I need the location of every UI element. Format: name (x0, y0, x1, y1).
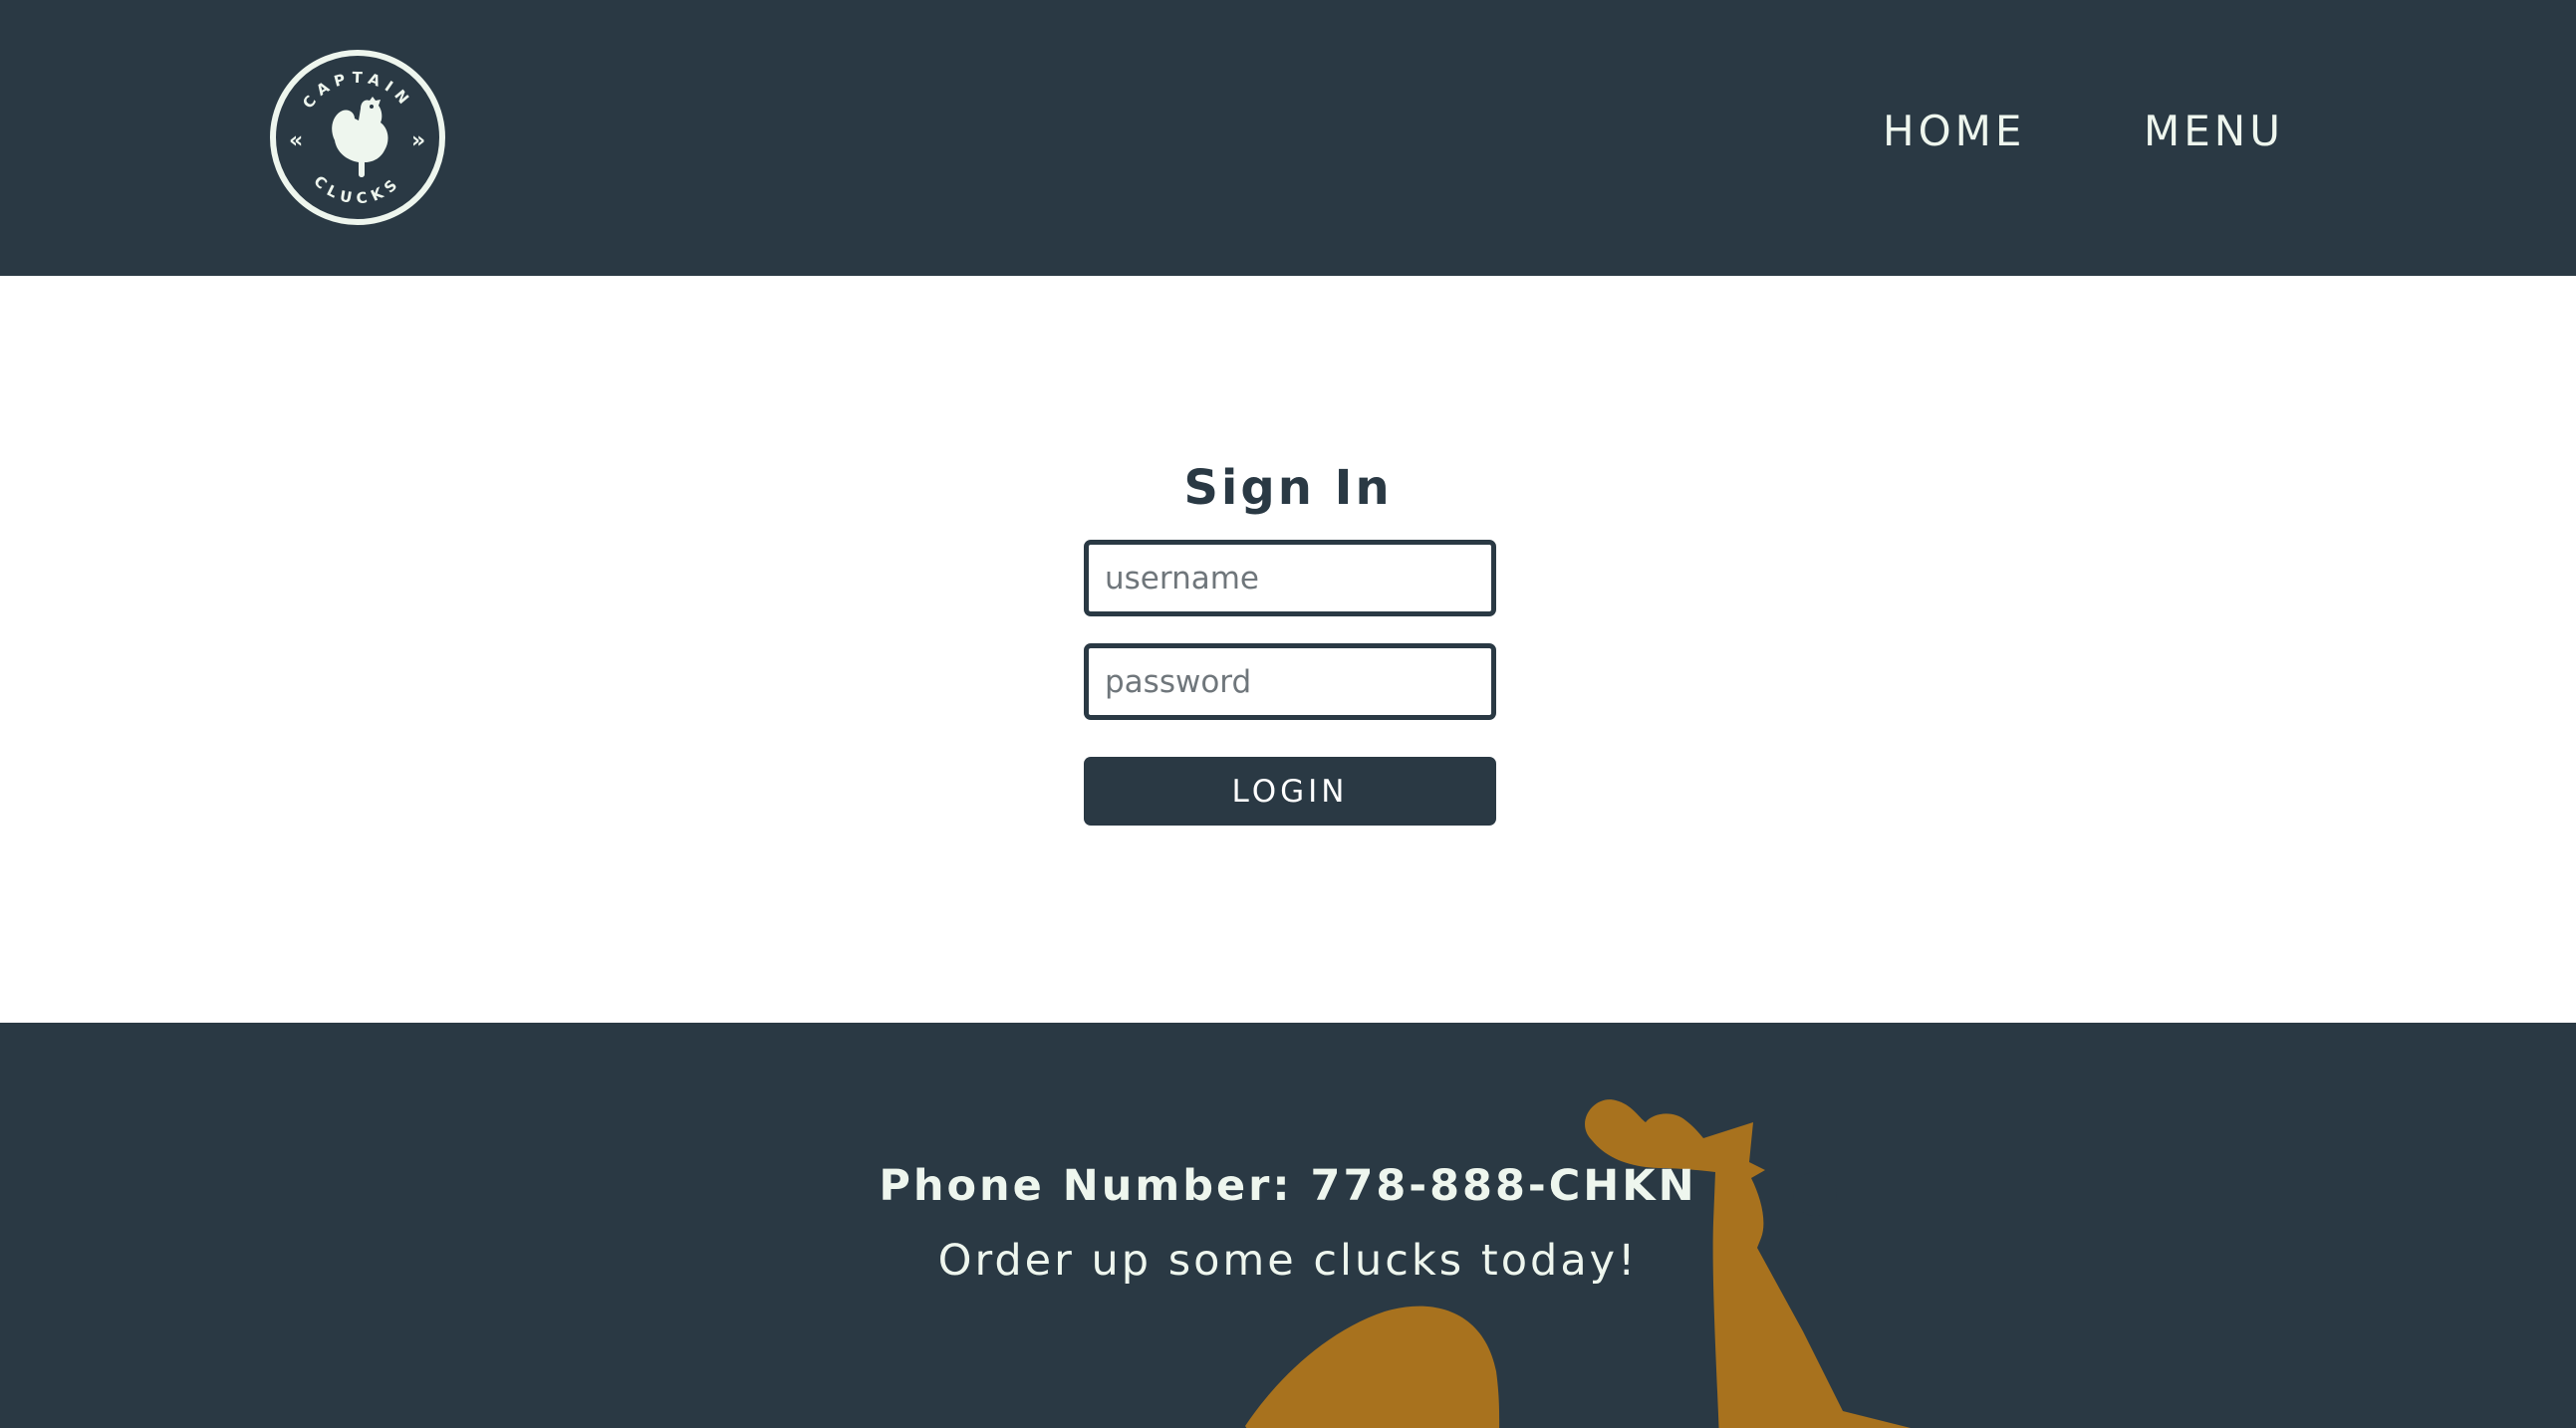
signin-title: Sign In (1183, 460, 1393, 516)
page: CAPTAIN CLUCKS « » HOME MENU Sign In LOG… (0, 0, 2576, 1428)
nav-home-link[interactable]: HOME (1883, 107, 2025, 156)
svg-text:»: » (411, 128, 425, 153)
login-button[interactable]: LOGIN (1084, 757, 1496, 826)
nav-menu-link[interactable]: MENU (2144, 107, 2284, 156)
signin-section: Sign In LOGIN (0, 276, 2576, 1023)
phone-number: Phone Number: 778-888-CHKN (879, 1161, 1697, 1211)
svg-text:CLUCKS: CLUCKS (310, 172, 404, 208)
footer-tagline: Order up some clucks today! (937, 1236, 1639, 1286)
rooster-logo-icon: CAPTAIN CLUCKS « » (270, 50, 445, 225)
site-header: CAPTAIN CLUCKS « » HOME MENU (0, 0, 2576, 276)
captain-clucks-logo[interactable]: CAPTAIN CLUCKS « » (269, 49, 446, 226)
svg-text:CAPTAIN: CAPTAIN (299, 69, 416, 113)
password-input[interactable] (1084, 643, 1496, 720)
svg-text:«: « (289, 128, 303, 153)
username-input[interactable] (1084, 540, 1496, 616)
site-footer: Phone Number: 778-888-CHKN Order up some… (0, 1023, 2576, 1428)
